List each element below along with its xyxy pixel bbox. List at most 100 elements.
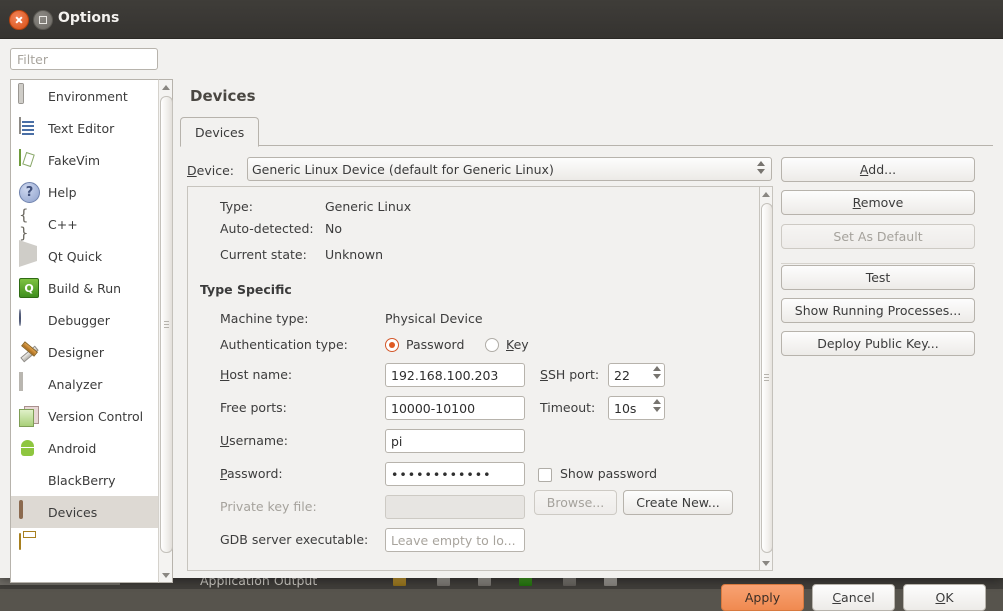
create-new-button[interactable]: Create New... [623,490,733,515]
machine-type-value: Physical Device [385,311,483,326]
sidebar-item-cpp[interactable]: { } C++ [11,205,158,242]
sidebar-item-label: Build & Run [48,280,122,296]
sidebar-item-label: Environment [48,88,128,104]
add-button[interactable]: Add... [781,157,975,182]
private-key-input [385,495,525,519]
options-category-list[interactable]: Environment Text Editor FakeVim ? Help { … [10,79,158,583]
cpp-icon: { } [19,205,29,242]
free-ports-input[interactable] [385,396,525,420]
tab-label: Devices [195,124,245,140]
username-input[interactable] [385,429,525,453]
show-password-checkbox[interactable] [538,468,552,482]
gdb-server-input[interactable] [385,528,525,552]
ssh-port-label: SSH port: [540,367,600,382]
sidebar-scrollbar-thumb[interactable] [160,96,173,553]
sidebar-item-help[interactable]: ? Help [11,176,158,208]
blackberry-icon [19,470,39,490]
build-run-icon: Q [19,278,39,298]
timeout-spinbox[interactable]: 10s [608,396,665,420]
timeout-value: 10s [614,400,637,416]
designer-icon [19,342,39,362]
tab-strip: Devices [180,117,993,147]
show-password-label[interactable]: Show password [560,466,657,481]
info-value: No [325,221,342,236]
radio-password-label[interactable]: Password [406,337,464,352]
tab-devices[interactable]: Devices [180,117,260,147]
details-scrollbar[interactable] [759,186,773,571]
sidebar-item-qt-quick[interactable]: Qt Quick [11,240,158,272]
options-dialog: Options Devices Environment Text Editor … [0,0,1003,611]
ssh-port-value: 22 [614,367,630,383]
dialog-title: Options [58,10,120,26]
apply-button[interactable]: Apply [721,584,804,611]
host-name-input[interactable] [385,363,525,387]
details-scroll-down-icon[interactable] [760,556,772,570]
password-input[interactable] [385,462,525,486]
ssh-port-spinbox[interactable]: 22 [608,363,665,387]
show-running-processes-button[interactable]: Show Running Processes... [781,298,975,323]
analyzer-icon [19,372,39,394]
sidebar-item-label: Version Control [48,408,144,424]
sidebar-item-label: Analyzer [48,376,103,392]
radio-password[interactable] [385,338,399,352]
set-as-default-button: Set As Default [781,224,975,249]
password-label: Password: [220,466,283,481]
sidebar-item-text-editor[interactable]: Text Editor [11,112,158,144]
text-editor-icon [19,117,39,138]
sidebar-item-label: Text Editor [48,120,115,136]
scroll-up-icon[interactable] [159,80,172,94]
sidebar-item-analyzer[interactable]: Analyzer [11,368,158,400]
cancel-button[interactable]: Cancel [812,584,895,611]
info-key: Current state: [220,247,307,262]
host-name-label: Host name: [220,367,293,382]
sidebar-item-environment[interactable]: Environment [11,80,158,112]
sidebar-item-blackberry[interactable]: BlackBerry [11,464,158,496]
deploy-public-key-button[interactable]: Deploy Public Key... [781,331,975,356]
scroll-down-icon[interactable] [159,568,172,582]
details-scrollbar-thumb[interactable] [761,203,773,553]
fakevim-icon [19,149,39,170]
sidebar-item-label: Help [48,184,77,200]
info-value: Unknown [325,247,384,262]
test-button[interactable]: Test [781,265,975,290]
sidebar-item-label: C++ [48,216,78,232]
debugger-icon [19,309,39,330]
sidebar-item-debugger[interactable]: Debugger [11,304,158,336]
private-key-label: Private key file: [220,499,317,514]
free-ports-label: Free ports: [220,400,287,415]
sidebar-item-partially-visible[interactable] [11,528,158,560]
maximize-icon[interactable] [33,10,53,30]
sidebar-item-version-control[interactable]: Version Control [11,400,158,432]
radio-key-label[interactable]: Key [506,337,529,352]
help-icon: ? [19,182,40,203]
device-combobox[interactable]: Generic Linux Device (default for Generi… [247,157,772,181]
dialog-body: Devices Environment Text Editor FakeVim … [0,39,1003,611]
gdb-server-label: GDB server executable: [220,532,369,547]
info-value: Generic Linux [325,199,412,214]
sidebar-item-label: FakeVim [48,152,101,168]
dialog-titlebar: Options [0,0,1003,39]
sidebar-item-label: BlackBerry [48,472,116,488]
sidebar-item-label: Devices [48,504,98,520]
sidebar-item-designer[interactable]: Designer [11,336,158,368]
sidebar-item-build-run[interactable]: Q Build & Run [11,272,158,304]
filter-input[interactable] [10,48,158,70]
type-specific-heading: Type Specific [200,282,292,297]
browse-button: Browse... [534,490,617,515]
sidebar-item-fakevim[interactable]: FakeVim [11,144,158,176]
sidebar-item-label: Android [48,440,97,456]
button-group-separator [781,263,975,264]
details-scroll-up-icon[interactable] [760,187,772,201]
radio-key[interactable] [485,338,499,352]
ok-button[interactable]: OK [903,584,986,611]
sidebar-scrollbar[interactable] [158,79,173,583]
spinner-arrows-icon[interactable] [653,366,661,379]
close-icon[interactable] [9,10,29,30]
machine-type-label: Machine type: [220,311,309,326]
timeout-label: Timeout: [540,400,596,415]
sidebar-item-android[interactable]: Android [11,432,158,464]
sidebar-item-devices[interactable]: Devices [11,496,158,528]
remove-button[interactable]: Remove [781,190,975,215]
spinner-arrows-icon[interactable] [653,399,661,412]
version-control-icon [19,406,39,426]
